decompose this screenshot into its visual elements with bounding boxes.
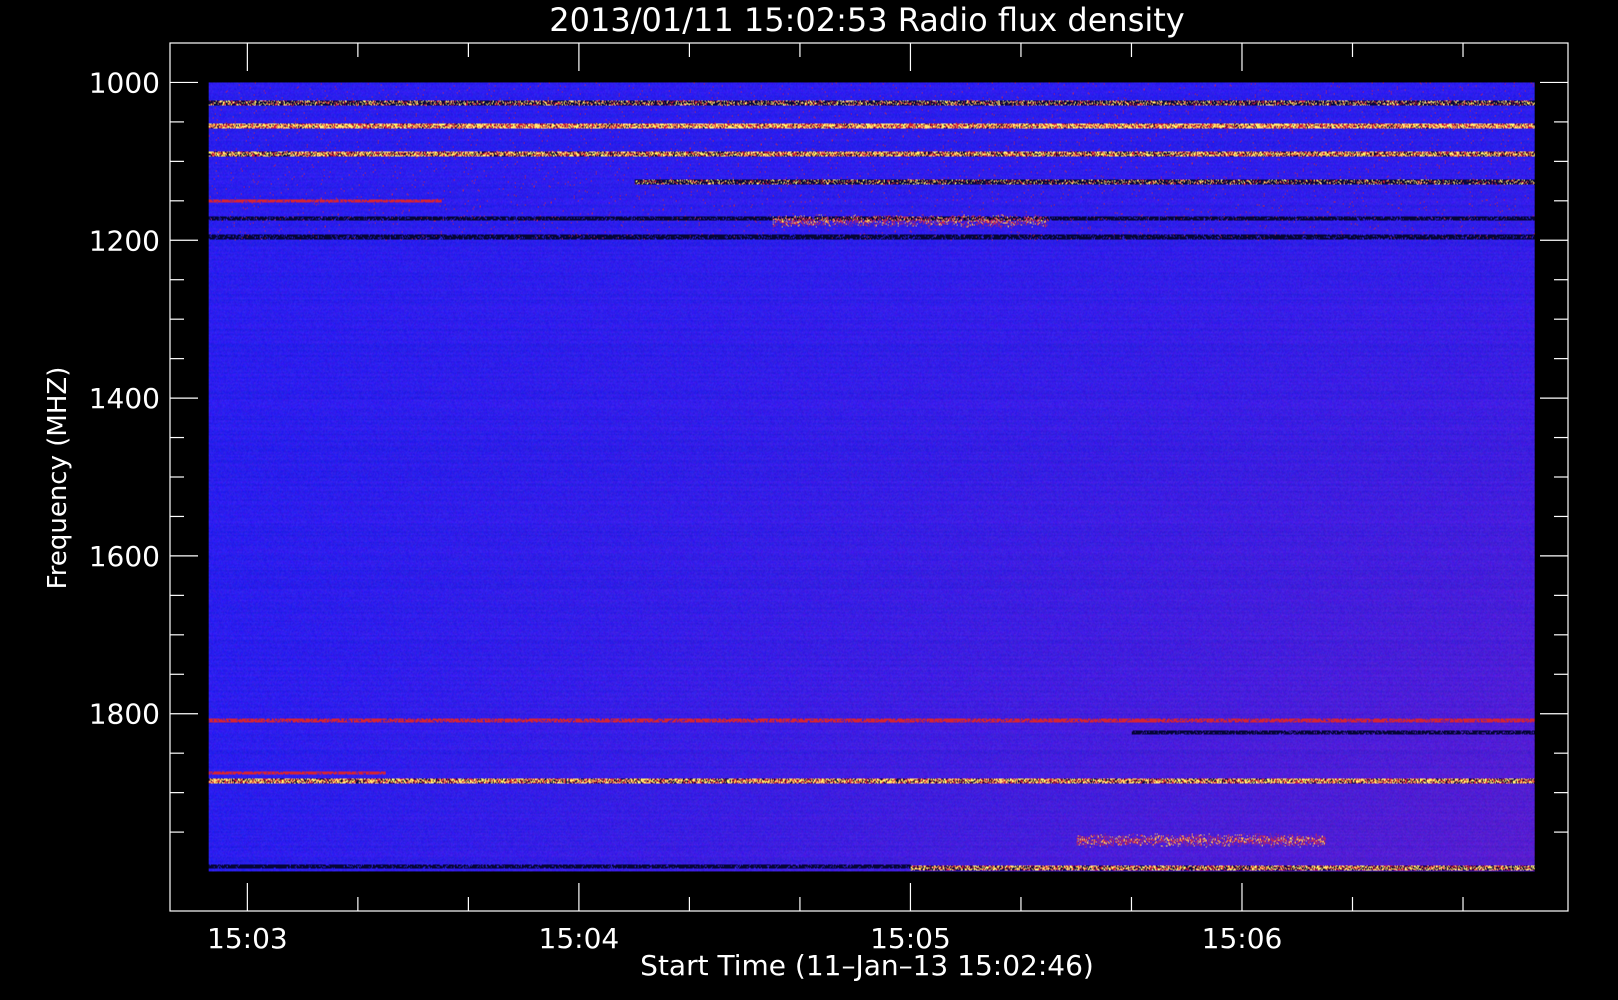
y-tick-label: 1600: [89, 540, 160, 573]
spectrogram-chart: 2013/01/11 15:02:53 Radio flux density 1…: [0, 0, 1618, 1000]
x-tick-label: 15:04: [539, 922, 620, 955]
x-tick-label: 15:06: [1202, 922, 1283, 955]
y-tick-label: 1800: [89, 698, 160, 731]
y-tick-label: 1400: [89, 382, 160, 415]
y-tick-label: 1200: [89, 224, 160, 257]
heatmap-raster: [208, 82, 1535, 872]
y-axis-label: Frequency (MHZ): [43, 367, 73, 590]
y-tick-label: 1000: [89, 66, 160, 99]
chart-title: 2013/01/11 15:02:53 Radio flux density: [549, 1, 1184, 39]
x-axis-label: Start Time (11–Jan–13 15:02:46): [640, 949, 1094, 982]
x-tick-label: 15:03: [207, 922, 288, 955]
heatmap-image: [208, 82, 1535, 872]
